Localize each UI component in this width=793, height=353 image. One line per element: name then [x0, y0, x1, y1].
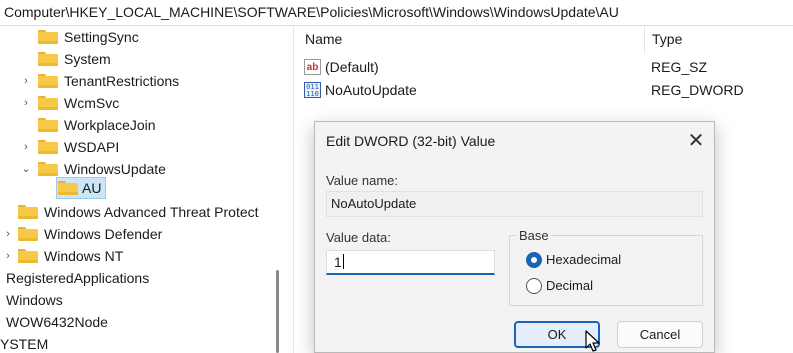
- tree-scrollbar[interactable]: [276, 270, 279, 353]
- value-name: (Default): [325, 59, 379, 75]
- tree-item-label: WorkplaceJoin: [64, 117, 156, 133]
- tree-item-au[interactable]: AU: [46, 177, 106, 199]
- tree-item-label: Windows: [6, 292, 63, 308]
- dialog-title: Edit DWORD (32-bit) Value: [326, 133, 496, 149]
- tree-item-label: WOW6432Node: [6, 314, 108, 330]
- tree-item-tenantrestrictions[interactable]: › TenantRestrictions: [20, 70, 268, 92]
- value-data-label: Value data:: [326, 230, 391, 245]
- value-name: NoAutoUpdate: [325, 82, 417, 98]
- mouse-pointer-icon: [585, 330, 600, 352]
- chevron-right-icon[interactable]: ›: [2, 223, 14, 245]
- value-name-label: Value name:: [326, 173, 399, 188]
- folder-icon: [38, 74, 58, 88]
- folder-icon: [38, 52, 58, 66]
- value-type: REG_SZ: [651, 59, 708, 75]
- folder-icon: [38, 140, 58, 154]
- chevron-right-icon[interactable]: ›: [20, 136, 32, 158]
- value-data-input[interactable]: 1: [326, 250, 495, 275]
- tree-item-label: WSDAPI: [64, 139, 120, 155]
- tree-item-wsdapi[interactable]: › WSDAPI: [20, 136, 268, 158]
- tree-item-label: AU: [82, 180, 102, 196]
- tree-item-settingsync[interactable]: SettingSync: [28, 26, 268, 48]
- folder-open-icon: [38, 162, 58, 176]
- tree-item-label: SettingSync: [64, 29, 139, 45]
- column-header-name[interactable]: Name: [305, 31, 342, 47]
- tree-item-system[interactable]: System: [28, 48, 268, 70]
- folder-icon: [38, 96, 58, 110]
- tree-item-wow6432node[interactable]: WOW6432Node: [6, 311, 272, 333]
- folder-icon: [18, 205, 38, 219]
- tree-item-label: RegisteredApplications: [6, 270, 150, 286]
- tree-item-label: YSTEM: [0, 336, 49, 352]
- text-caret: [342, 254, 344, 269]
- chevron-down-icon[interactable]: ⌄: [20, 158, 32, 180]
- edit-dword-dialog[interactable]: Edit DWORD (32-bit) Value ✕ Value name: …: [314, 121, 715, 353]
- tree-item-label: TenantRestrictions: [64, 73, 180, 89]
- folder-icon: [58, 181, 78, 195]
- tree-item-label: Windows Defender: [44, 226, 163, 242]
- chevron-right-icon[interactable]: ›: [2, 245, 14, 267]
- chevron-right-icon[interactable]: ›: [20, 70, 32, 92]
- value-name-field[interactable]: NoAutoUpdate: [326, 191, 703, 217]
- folder-icon: [18, 249, 38, 263]
- address-bar[interactable]: Computer\HKEY_LOCAL_MACHINE\SOFTWARE\Pol…: [0, 0, 793, 26]
- tree-item-wcmsvc[interactable]: › WcmSvc: [20, 92, 268, 114]
- tree-item-windows[interactable]: Windows: [6, 289, 272, 311]
- folder-icon: [38, 30, 58, 44]
- list-item-default[interactable]: ab (Default) REG_SZ: [294, 56, 793, 78]
- value-data-text: 1: [334, 254, 342, 270]
- hexadecimal-label[interactable]: Hexadecimal: [546, 252, 621, 267]
- tree-item-registeredapplications[interactable]: RegisteredApplications: [6, 267, 272, 289]
- tree-item-label: WcmSvc: [64, 95, 120, 111]
- tree-item-windows-defender[interactable]: › Windows Defender: [2, 223, 268, 245]
- close-icon[interactable]: ✕: [681, 126, 711, 156]
- decimal-radio[interactable]: [526, 278, 542, 294]
- chevron-right-icon[interactable]: ›: [20, 92, 32, 114]
- decimal-label[interactable]: Decimal: [546, 278, 593, 293]
- cancel-button[interactable]: Cancel: [617, 321, 703, 348]
- base-group-label: Base: [516, 228, 552, 243]
- tree-item-workplacejoin[interactable]: WorkplaceJoin: [28, 114, 268, 136]
- tree-item-label: Windows Advanced Threat Protect: [44, 204, 259, 220]
- base-group: [509, 235, 703, 306]
- tree-item-label: Windows NT: [44, 248, 124, 264]
- hexadecimal-radio[interactable]: [526, 252, 542, 268]
- list-item-noautoupdate[interactable]: 011 110 NoAutoUpdate REG_DWORD: [294, 79, 793, 101]
- tree-item-system-root[interactable]: YSTEM: [0, 333, 266, 353]
- column-divider[interactable]: [644, 26, 645, 54]
- registry-tree[interactable]: SettingSync System › TenantRestrictions …: [0, 26, 276, 353]
- value-type: REG_DWORD: [651, 82, 744, 98]
- tree-item-windows-advanced-threat-protect[interactable]: Windows Advanced Threat Protect: [10, 201, 276, 223]
- binary-value-icon: 011 110: [304, 82, 321, 98]
- column-header-type[interactable]: Type: [652, 31, 682, 47]
- tree-item-label: System: [64, 51, 111, 67]
- folder-icon: [18, 227, 38, 241]
- string-value-icon: ab: [304, 59, 321, 75]
- folder-icon: [38, 118, 58, 132]
- tree-item-windows-nt[interactable]: › Windows NT: [2, 245, 268, 267]
